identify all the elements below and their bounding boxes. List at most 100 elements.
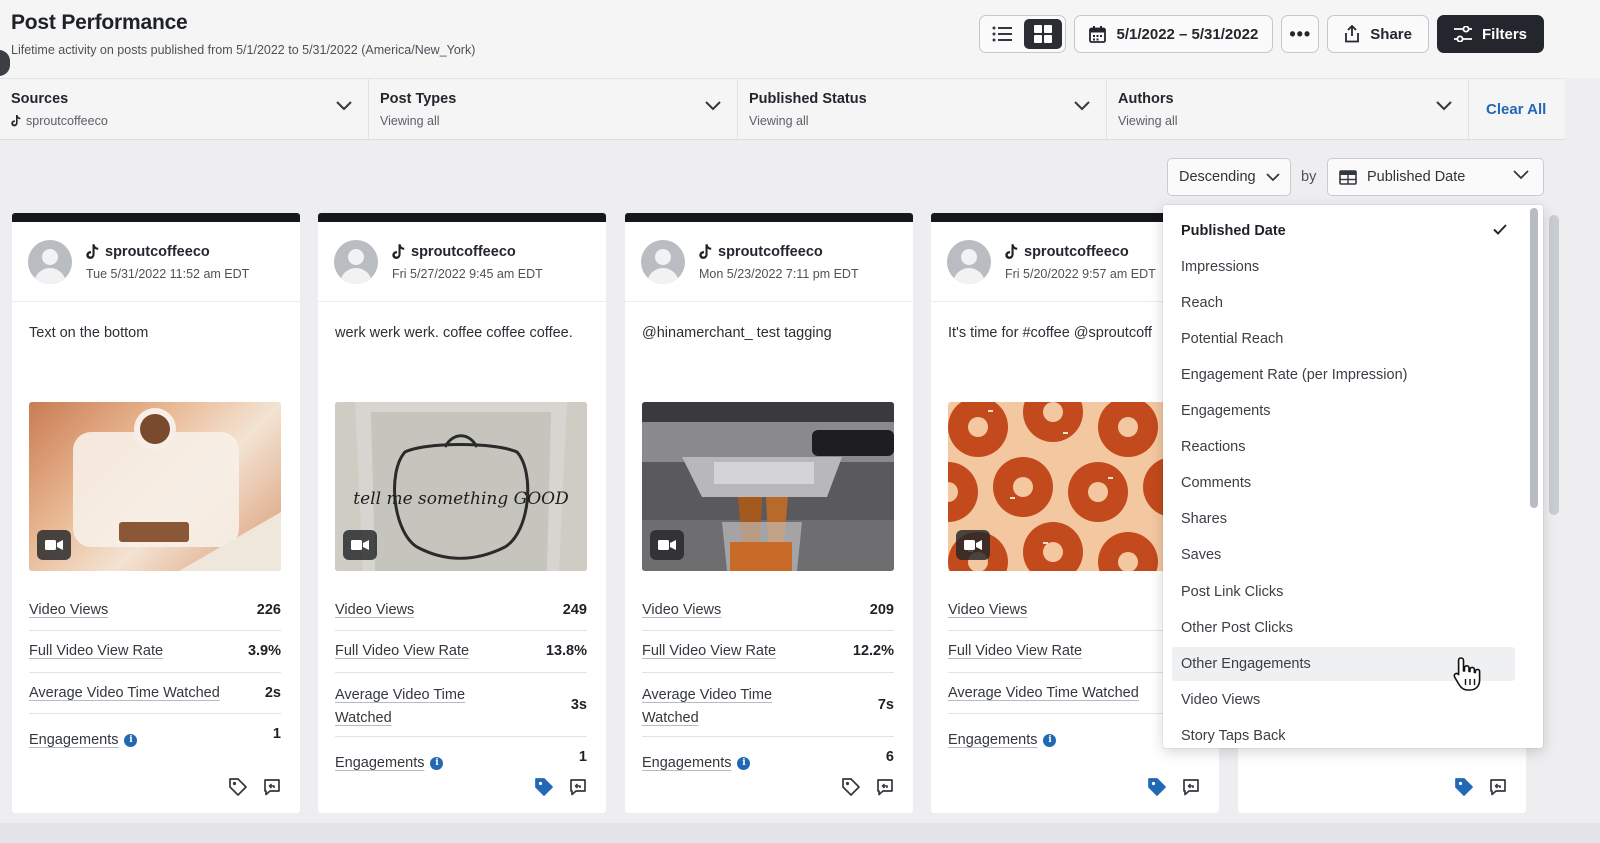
sort-option-story-taps-back[interactable]: Story Taps Back	[1172, 719, 1515, 748]
tag-outline-icon[interactable]	[228, 777, 248, 797]
post-thumbnail[interactable]	[642, 402, 894, 571]
metric-label[interactable]: Video Views	[948, 602, 1027, 618]
metric-label[interactable]: Engagements	[29, 732, 118, 748]
table-icon	[1339, 169, 1357, 185]
post-metrics: Video Views 209 Full Video View Rate 12.…	[642, 590, 894, 777]
post-card[interactable]: sproutcoffeeco Fri 5/27/2022 9:45 am EDT…	[318, 213, 606, 813]
sort-direction-select[interactable]: Descending	[1167, 158, 1291, 196]
sort-option-label: Potential Reach	[1181, 331, 1284, 347]
sort-option-comments[interactable]: Comments	[1172, 466, 1515, 500]
sort-direction-value: Descending	[1179, 169, 1256, 185]
account-name: sproutcoffeeco	[392, 244, 516, 260]
sort-option-potential-reach[interactable]: Potential Reach	[1172, 322, 1515, 356]
metric-engagements: Engagements i 1	[29, 714, 281, 754]
metric-label[interactable]: Average Video Time Watched	[948, 685, 1139, 701]
post-text: @hinamerchant_ test tagging	[642, 325, 832, 341]
toolbar: 5/1/2022 – 5/31/2022 ••• Share Filters	[979, 15, 1544, 53]
filter-post-types[interactable]: Post Types Viewing all	[369, 79, 738, 141]
tag-filled-icon[interactable]	[534, 777, 554, 797]
filter-value: Viewing all	[380, 114, 440, 128]
sort-option-reactions[interactable]: Reactions	[1172, 430, 1515, 464]
account-name-text: sproutcoffeeco	[411, 244, 516, 260]
metric-full-video-view-rate: Full Video View Rate 3.9%	[29, 631, 281, 673]
info-icon[interactable]: i	[430, 756, 444, 770]
tag-filled-icon[interactable]	[1147, 777, 1167, 797]
post-card-header: sproutcoffeeco Tue 5/31/2022 11:52 am ED…	[12, 222, 300, 302]
metric-label[interactable]: Full Video View Rate	[948, 643, 1082, 659]
share-button[interactable]: Share	[1327, 15, 1429, 53]
sort-option-post-link-clicks[interactable]: Post Link Clicks	[1172, 575, 1515, 609]
filters-label: Filters	[1481, 25, 1527, 43]
sort-option-other-post-clicks[interactable]: Other Post Clicks	[1172, 611, 1515, 645]
info-icon[interactable]: i	[1043, 733, 1057, 747]
page-title: Post Performance	[11, 11, 188, 34]
post-thumbnail[interactable]	[29, 402, 281, 571]
post-text: It's time for #coffee @sproutcoff	[948, 325, 1152, 341]
post-thumbnail[interactable]: tell me something GOOD	[335, 402, 587, 571]
dropdown-scrollbar[interactable]	[1530, 208, 1538, 508]
post-card[interactable]: sproutcoffeeco Tue 5/31/2022 11:52 am ED…	[12, 213, 300, 813]
sort-option-engagement-rate[interactable]: Engagement Rate (per Impression)	[1172, 358, 1515, 392]
account-name: sproutcoffeeco	[699, 244, 823, 260]
post-card[interactable]: sproutcoffeeco Mon 5/23/2022 7:11 pm EDT…	[625, 213, 913, 813]
sort-option-label: Published Date	[1181, 223, 1286, 239]
page-scrollbar[interactable]	[1549, 215, 1559, 515]
date-range-button[interactable]: 5/1/2022 – 5/31/2022	[1074, 15, 1274, 53]
reply-icon[interactable]	[262, 777, 282, 797]
metric-label[interactable]: Video Views	[335, 602, 414, 618]
metric-label[interactable]: Full Video View Rate	[642, 643, 776, 659]
chevron-down-icon	[705, 101, 721, 111]
metric-label[interactable]: Full Video View Rate	[29, 643, 163, 659]
sort-field-value: Published Date	[1367, 169, 1466, 185]
filter-authors[interactable]: Authors Viewing all	[1107, 79, 1469, 141]
info-icon[interactable]: i	[124, 733, 138, 747]
metric-label[interactable]: Average Video Time Watched	[335, 684, 485, 730]
account-name: sproutcoffeeco	[1005, 244, 1129, 260]
info-icon[interactable]: i	[737, 756, 751, 770]
filter-label: Authors	[1118, 91, 1174, 107]
post-card-actions	[1147, 777, 1201, 797]
tag-outline-icon[interactable]	[841, 777, 861, 797]
tag-filled-icon[interactable]	[1454, 777, 1474, 797]
sort-option-label: Reach	[1181, 295, 1223, 311]
clear-all-link[interactable]: Clear All	[1486, 101, 1546, 118]
metric-label[interactable]: Average Video Time Watched	[642, 684, 792, 730]
sort-option-impressions[interactable]: Impressions	[1172, 250, 1515, 284]
metric-value: 249	[562, 602, 587, 618]
filter-published-status[interactable]: Published Status Viewing all	[738, 79, 1107, 141]
more-options-button[interactable]: •••	[1281, 15, 1320, 53]
filter-value: Viewing all	[749, 114, 809, 128]
filter-value: Viewing all	[1118, 114, 1178, 128]
filters-button[interactable]: Filters	[1436, 15, 1544, 53]
sort-option-saves[interactable]: Saves	[1172, 538, 1515, 572]
sort-option-engagements[interactable]: Engagements	[1172, 394, 1515, 428]
sliders-icon	[1453, 26, 1472, 42]
reply-icon[interactable]	[1181, 777, 1201, 797]
metric-label[interactable]: Full Video View Rate	[335, 643, 469, 659]
help-launcher-edge[interactable]	[0, 50, 10, 76]
metric-label[interactable]: Video Views	[642, 602, 721, 618]
grid-view-button[interactable]	[1024, 19, 1063, 49]
calendar-icon	[1089, 25, 1107, 43]
reply-icon[interactable]	[875, 777, 895, 797]
metric-engagements: Engagements i 1	[335, 737, 587, 777]
list-view-button[interactable]	[983, 19, 1021, 49]
metric-video-views: Video Views 249	[335, 590, 587, 631]
sort-option-published-date[interactable]: Published Date	[1172, 214, 1515, 248]
metric-label[interactable]: Engagements	[948, 732, 1037, 748]
metric-video-views: Video Views 209	[642, 590, 894, 631]
reply-icon[interactable]	[568, 777, 588, 797]
metric-label[interactable]: Engagements	[642, 755, 731, 771]
sort-option-label: Engagement Rate (per Impression)	[1181, 367, 1408, 383]
filter-sources[interactable]: Sources sproutcoffeeco	[0, 79, 369, 141]
metric-label[interactable]: Average Video Time Watched	[29, 685, 220, 701]
sort-option-reach[interactable]: Reach	[1172, 286, 1515, 320]
sort-option-shares[interactable]: Shares	[1172, 502, 1515, 536]
reply-icon[interactable]	[1488, 777, 1508, 797]
metric-label[interactable]: Engagements	[335, 755, 424, 771]
metric-value: 226	[256, 602, 281, 618]
video-icon	[650, 530, 684, 560]
post-card-actions	[1454, 777, 1508, 797]
sort-field-select[interactable]: Published Date	[1327, 158, 1544, 196]
metric-label[interactable]: Video Views	[29, 602, 108, 618]
